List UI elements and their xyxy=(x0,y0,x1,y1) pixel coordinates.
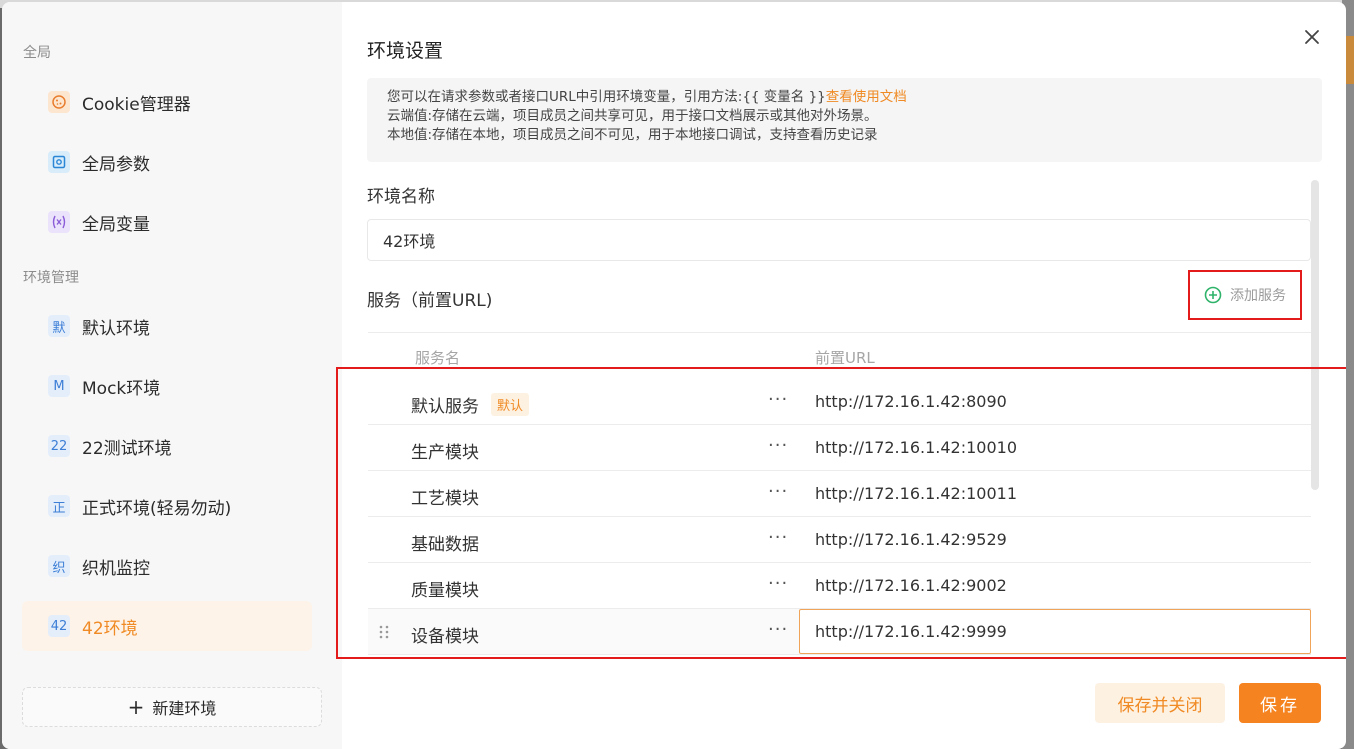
sidebar-item-label: 全局参数 xyxy=(82,154,150,175)
env-abbr-icon: 织 xyxy=(48,555,70,577)
sidebar-item-label: Cookie管理器 xyxy=(82,94,191,115)
sidebar-item-label: 22测试环境 xyxy=(82,438,172,459)
table-row[interactable]: 设备模块 ··· xyxy=(368,609,1311,655)
env-abbr-icon: 22 xyxy=(48,435,70,457)
variable-icon xyxy=(48,211,70,233)
info-line-1: 您可以在请求参数或者接口URL中引用环境变量，引用方法:{{ 变量名 }}查看使… xyxy=(387,88,1322,107)
env-abbr-icon: M xyxy=(48,375,70,397)
sidebar-item-label: 全局变量 xyxy=(82,214,150,235)
info-line-3: 本地值:存储在本地，项目成员之间不可见，用于本地接口调试，支持查看历史记录 xyxy=(387,127,878,143)
view-docs-link[interactable]: 查看使用文档 xyxy=(826,89,907,105)
sidebar-item-label: 织机监控 xyxy=(82,558,150,579)
table-row[interactable]: 基础数据 ··· http://172.16.1.42:9529 xyxy=(368,517,1311,563)
table-row[interactable]: 工艺模块 ··· http://172.16.1.42:10011 xyxy=(368,471,1311,517)
service-name: 设备模块 xyxy=(411,627,479,647)
save-and-close-button[interactable]: 保存并关闭 xyxy=(1095,683,1225,723)
more-icon[interactable]: ··· xyxy=(768,619,788,640)
sidebar-item-label: 正式环境(轻易勿动) xyxy=(82,498,232,519)
more-icon[interactable]: ··· xyxy=(768,481,788,502)
more-icon[interactable]: ··· xyxy=(768,389,788,410)
sidebar-item-global-variables[interactable]: 全局变量 xyxy=(22,197,312,247)
sidebar: 全局 Cookie管理器 全局参数 全局变量 环境管理 默 默认环境 M Moc… xyxy=(2,2,342,749)
column-header-base-url: 前置URL xyxy=(815,349,875,367)
environment-settings-dialog: 全局 Cookie管理器 全局参数 全局变量 环境管理 默 默认环境 M Moc… xyxy=(2,2,1346,749)
services-table: 服务名 前置URL 默认服务 默认 ··· http://172.16.1.42… xyxy=(368,332,1311,662)
plus-icon: + xyxy=(127,695,145,719)
sidebar-item-env-production[interactable]: 正 正式环境(轻易勿动) xyxy=(22,481,312,531)
service-name: 基础数据 xyxy=(411,535,479,555)
env-name-label: 环境名称 xyxy=(367,187,435,207)
env-abbr-icon: 42 xyxy=(48,615,70,637)
service-name: 默认服务 xyxy=(411,397,479,417)
add-circle-icon xyxy=(1204,286,1222,304)
scrollbar[interactable] xyxy=(1311,180,1319,490)
new-environment-button[interactable]: + 新建环境 xyxy=(22,687,322,727)
add-service-label: 添加服务 xyxy=(1230,288,1286,304)
service-name-cell: 质量模块 xyxy=(411,576,479,601)
sidebar-item-env-loom-monitor[interactable]: 织 织机监控 xyxy=(22,541,312,591)
global-params-icon xyxy=(48,151,70,173)
info-line-2: 云端值:存储在云端，项目成员之间共享可见，用于接口文档展示或其他对外场景。 xyxy=(387,108,878,124)
service-name: 生产模块 xyxy=(411,443,479,463)
service-url[interactable]: http://172.16.1.42:10010 xyxy=(815,438,1017,457)
env-abbr-icon: 正 xyxy=(48,495,70,517)
service-name-cell: 基础数据 xyxy=(411,530,479,555)
add-service-button[interactable]: 添加服务 xyxy=(1188,270,1302,320)
sidebar-item-env-mock[interactable]: M Mock环境 xyxy=(22,361,312,411)
env-name-input[interactable] xyxy=(367,219,1311,261)
info-box: 您可以在请求参数或者接口URL中引用环境变量，引用方法:{{ 变量名 }}查看使… xyxy=(367,78,1322,162)
service-url[interactable]: http://172.16.1.42:8090 xyxy=(815,392,1007,411)
service-name-cell: 工艺模块 xyxy=(411,484,479,509)
cookie-icon xyxy=(48,91,70,113)
info-line-1-text: 您可以在请求参数或者接口URL中引用环境变量，引用方法:{{ 变量名 }} xyxy=(387,89,826,105)
table-row[interactable]: 质量模块 ··· http://172.16.1.42:9002 xyxy=(368,563,1311,609)
save-button[interactable]: 保存 xyxy=(1239,683,1321,723)
service-url[interactable]: http://172.16.1.42:10011 xyxy=(815,484,1017,503)
table-row[interactable]: 生产模块 ··· http://172.16.1.42:10010 xyxy=(368,425,1311,471)
sidebar-item-env-22[interactable]: 22 22测试环境 xyxy=(22,421,312,471)
drag-handle-icon[interactable] xyxy=(378,625,390,639)
more-icon[interactable]: ··· xyxy=(768,527,788,548)
service-name-cell: 默认服务 默认 xyxy=(411,392,530,417)
service-url[interactable]: http://172.16.1.42:9529 xyxy=(815,530,1007,549)
sidebar-group-env: 环境管理 xyxy=(23,270,79,286)
sidebar-item-cookie-manager[interactable]: Cookie管理器 xyxy=(22,77,312,127)
service-url-input[interactable] xyxy=(799,609,1311,654)
service-url[interactable]: http://172.16.1.42:9002 xyxy=(815,576,1007,595)
sidebar-item-global-params[interactable]: 全局参数 xyxy=(22,137,312,187)
column-header-service-name: 服务名 xyxy=(415,349,461,367)
service-name: 工艺模块 xyxy=(411,489,479,509)
env-abbr-icon: 默 xyxy=(48,315,70,337)
sidebar-item-label: 42环境 xyxy=(82,618,138,639)
default-badge: 默认 xyxy=(491,393,530,416)
new-environment-label: 新建环境 xyxy=(152,699,217,718)
sidebar-item-label: Mock环境 xyxy=(82,378,161,399)
services-label: 服务（前置URL) xyxy=(367,291,493,311)
close-icon xyxy=(1305,30,1319,44)
sidebar-item-label: 默认环境 xyxy=(82,318,150,339)
service-name-cell: 设备模块 xyxy=(411,622,479,647)
table-row[interactable]: 默认服务 默认 ··· http://172.16.1.42:8090 xyxy=(368,379,1311,425)
sidebar-group-global: 全局 xyxy=(23,45,51,61)
service-name: 质量模块 xyxy=(411,581,479,601)
service-name-cell: 生产模块 xyxy=(411,438,479,463)
sidebar-item-env-42[interactable]: 42 42环境 xyxy=(22,601,312,651)
dialog-title: 环境设置 xyxy=(367,40,444,62)
sidebar-item-env-default[interactable]: 默 默认环境 xyxy=(22,301,312,351)
more-icon[interactable]: ··· xyxy=(768,435,788,456)
more-icon[interactable]: ··· xyxy=(768,573,788,594)
close-button[interactable] xyxy=(1300,25,1324,49)
